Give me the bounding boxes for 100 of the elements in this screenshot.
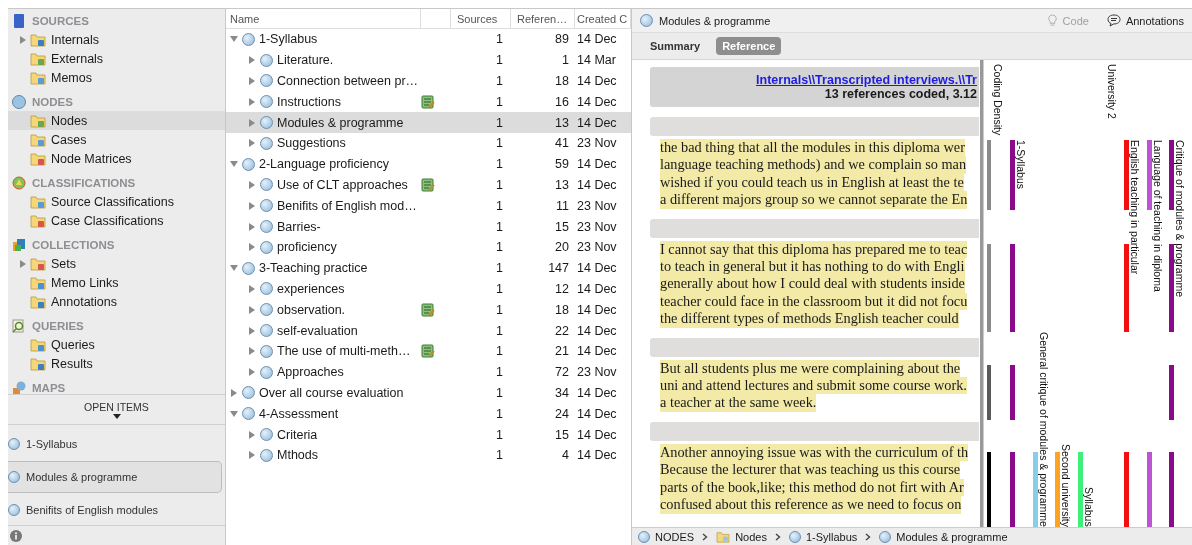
node-name: 3-Teaching practice: [259, 261, 368, 276]
info-icon[interactable]: [10, 530, 22, 543]
expand-icon[interactable]: [248, 139, 256, 148]
breadcrumb-item[interactable]: Modules & programme: [879, 531, 1008, 543]
sidebar-item[interactable]: Case Classifications: [8, 211, 225, 230]
references-cell-text: 16: [554, 94, 570, 109]
coding-stripe[interactable]: [1169, 365, 1175, 420]
expand-icon[interactable]: [248, 368, 256, 377]
expand-icon[interactable]: [230, 388, 238, 397]
tree-row[interactable]: Barries- 1 15 23 Nov: [226, 216, 631, 237]
expand-icon[interactable]: [248, 451, 256, 460]
sidebar-item[interactable]: Source Classifications: [8, 192, 225, 211]
sidebar-item[interactable]: Memos: [8, 68, 225, 87]
tree-row[interactable]: 2-Language proficiency 1 59 14 Dec: [226, 153, 631, 175]
coding-stripe[interactable]: [1123, 140, 1129, 210]
expand-icon[interactable]: [248, 347, 256, 356]
node-icon: [260, 428, 273, 442]
tree-row[interactable]: Modules & programme 1 13 14 Dec: [226, 112, 631, 133]
tree-row[interactable]: The use of multi-meth… 1 21 14 Dec: [226, 340, 631, 362]
node-name: Barries-: [277, 219, 321, 234]
open-item[interactable]: Modules & programme: [8, 461, 222, 494]
coding-stripe[interactable]: [1169, 140, 1175, 210]
sources-cell-text: 1: [495, 344, 504, 359]
column-header[interactable]: Referen…: [511, 9, 575, 28]
breadcrumb-item[interactable]: Nodes: [716, 531, 767, 543]
tree-row[interactable]: Benifits of English mod… 1 11 23 Nov: [226, 195, 631, 217]
expand-icon[interactable]: [19, 35, 27, 44]
tree-row[interactable]: Mthods 1 4 14 Dec: [226, 444, 631, 466]
breadcrumb-item[interactable]: 1-Syllabus: [788, 531, 858, 543]
expand-icon[interactable]: [248, 222, 256, 231]
coding-stripe[interactable]: [1009, 452, 1015, 527]
coding-stripe[interactable]: [1146, 140, 1152, 210]
sources-cell-text: 1: [495, 261, 504, 276]
expand-icon[interactable]: [248, 284, 256, 293]
breadcrumb-item[interactable]: NODES: [638, 531, 695, 543]
sources-cell-text: 1: [495, 406, 504, 421]
tree-row[interactable]: Criteria 1 15 14 Dec: [226, 424, 631, 445]
node-icon: [260, 95, 273, 109]
coding-stripe[interactable]: [1009, 365, 1015, 420]
column-header[interactable]: Name: [226, 9, 421, 28]
expand-icon[interactable]: [248, 305, 256, 314]
tree-row[interactable]: Literature. 1 1 14 Mar: [226, 49, 631, 71]
tree-row[interactable]: 4-Assessment 1 24 14 Dec: [226, 403, 631, 425]
tree-row[interactable]: experiences 1 12 14 Dec: [226, 278, 631, 300]
expand-icon[interactable]: [230, 409, 238, 418]
sidebar-item[interactable]: Annotations: [8, 292, 225, 311]
expand-icon[interactable]: [248, 430, 256, 439]
sidebar-item[interactable]: Results: [8, 354, 225, 373]
expand-icon[interactable]: [230, 264, 238, 273]
expand-icon[interactable]: [248, 118, 256, 127]
tree-row[interactable]: Over all course evaluation 1 34 14 Dec: [226, 382, 631, 404]
sidebar-item[interactable]: Externals: [8, 49, 225, 68]
coding-stripe[interactable]: [1146, 452, 1152, 527]
stripe-label: English teaching in particular: [1128, 140, 1141, 275]
coding-stripe[interactable]: [1009, 244, 1015, 332]
tree-row[interactable]: Suggestions 1 41 23 Nov: [226, 133, 631, 154]
expand-icon[interactable]: [248, 97, 256, 106]
folder-icon: [716, 531, 731, 543]
open-item[interactable]: Benifits of English modules: [8, 495, 222, 526]
expand-icon[interactable]: [248, 243, 256, 252]
tab[interactable]: Summary: [644, 37, 707, 55]
expand-icon[interactable]: [19, 259, 27, 268]
expand-icon[interactable]: [248, 201, 256, 210]
open-item[interactable]: 1-Syllabus: [8, 429, 222, 460]
annotations-button[interactable]: Annotations: [1106, 14, 1184, 27]
sources-cell-text: 1: [495, 240, 504, 255]
caret-icon[interactable]: [112, 413, 121, 419]
expand-icon[interactable]: [248, 77, 256, 85]
tree-row[interactable]: self-evaluation 1 22 14 Dec: [226, 320, 631, 341]
sidebar-item[interactable]: Sets: [8, 254, 225, 273]
coding-stripe[interactable]: [1169, 452, 1175, 527]
sidebar-item[interactable]: Node Matrices: [8, 149, 225, 168]
expand-icon[interactable]: [248, 326, 256, 335]
tree-row[interactable]: Approaches 1 72 23 Nov: [226, 361, 631, 383]
tree-row[interactable]: Connection between pr… 1 18 14 Dec: [226, 70, 631, 92]
node-icon: [242, 157, 255, 171]
expand-icon[interactable]: [248, 56, 256, 65]
tree-row[interactable]: observation. 1 18 14 Dec: [226, 299, 631, 321]
source-link[interactable]: Internals\\Transcripted interviews.\\Tr: [756, 73, 977, 87]
sidebar-item[interactable]: Queries: [8, 335, 225, 354]
coding-stripe[interactable]: [1169, 244, 1175, 332]
expand-icon[interactable]: [230, 35, 238, 44]
speech-bubble-icon: [1106, 14, 1121, 27]
expand-icon[interactable]: [248, 180, 256, 189]
coding-stripe[interactable]: [1009, 140, 1015, 210]
sidebar-item[interactable]: Cases: [8, 130, 225, 149]
tree-row[interactable]: 3-Teaching practice 1 147 14 Dec: [226, 257, 631, 279]
sidebar-item[interactable]: Memo Links: [8, 273, 225, 292]
column-header[interactable]: Created C: [575, 9, 631, 28]
coding-stripe[interactable]: [1123, 452, 1129, 527]
node-icon: [260, 199, 273, 213]
tree-row[interactable]: 1-Syllabus 1 89 14 Dec: [226, 29, 631, 50]
tree-row[interactable]: Use of CLT approaches 1 13 14 Dec: [226, 174, 631, 196]
tree-row[interactable]: proficiency 1 20 23 Nov: [226, 236, 631, 258]
tree-row[interactable]: Instructions 1 16 14 Dec: [226, 91, 631, 113]
sidebar-item[interactable]: Nodes: [8, 111, 225, 130]
coding-stripe[interactable]: [1123, 244, 1129, 332]
sidebar-item[interactable]: Internals: [8, 30, 225, 49]
column-header[interactable]: Sources: [451, 9, 511, 28]
expand-icon[interactable]: [230, 160, 238, 169]
